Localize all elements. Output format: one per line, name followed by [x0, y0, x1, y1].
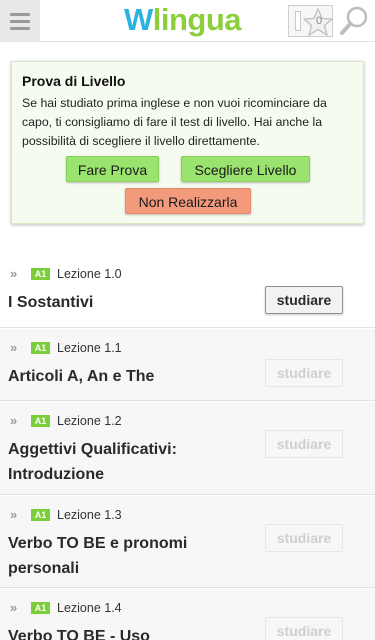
- lesson-row[interactable]: » A1 Lezione 1.0 I Sostantivi studiare: [0, 255, 375, 328]
- choose-level-button[interactable]: Scegliere Livello: [181, 156, 310, 182]
- lesson-title: Verbo TO BE - Uso: [8, 628, 150, 640]
- search-button[interactable]: [338, 4, 372, 38]
- lesson-row[interactable]: » A1 Lezione 1.1 Articoli A, An e The st…: [0, 329, 375, 401]
- level-test-card: Prova di Livello Se hai studiato prima i…: [11, 61, 364, 224]
- lesson-title: Aggettivi Qualificativi: Introduzione: [8, 441, 177, 483]
- study-button[interactable]: studiare: [265, 524, 343, 552]
- app-header: Wlingua 0: [0, 0, 375, 42]
- search-icon: [340, 6, 368, 35]
- progress-bar-icon: [295, 11, 301, 31]
- skip-test-button[interactable]: Non Realizzarla: [125, 188, 251, 214]
- lesson-title: Articoli A, An e The: [8, 368, 155, 385]
- lesson-title: Verbo TO BE e pronomi personali: [8, 535, 188, 577]
- favorites-button[interactable]: 0: [288, 5, 333, 37]
- double-chevron-icon: »: [10, 507, 17, 522]
- lesson-number: Lezione 1.4: [57, 601, 122, 615]
- menu-icon[interactable]: [0, 0, 40, 42]
- level-test-description: Se hai studiato prima inglese e non vuoi…: [22, 96, 327, 148]
- study-button[interactable]: studiare: [265, 617, 343, 640]
- level-badge: A1: [31, 342, 50, 354]
- lesson-row[interactable]: » A1 Lezione 1.3 Verbo TO BE e pronomi p…: [0, 496, 375, 588]
- level-badge: A1: [31, 602, 50, 614]
- lesson-row[interactable]: » A1 Lezione 1.4 Verbo TO BE - Uso studi…: [0, 589, 375, 640]
- level-badge: A1: [31, 415, 50, 427]
- level-badge: A1: [31, 509, 50, 521]
- level-test-title: Prova di Livello: [22, 73, 126, 89]
- star-count: 0: [315, 15, 323, 27]
- level-badge: A1: [31, 268, 50, 280]
- double-chevron-icon: »: [10, 340, 17, 355]
- lesson-number: Lezione 1.2: [57, 414, 122, 428]
- lesson-number: Lezione 1.1: [57, 341, 122, 355]
- lesson-title: I Sostantivi: [8, 294, 94, 311]
- lesson-row[interactable]: » A1 Lezione 1.2 Aggettivi Qualificativi…: [0, 402, 375, 495]
- double-chevron-icon: »: [10, 266, 17, 281]
- double-chevron-icon: »: [10, 600, 17, 615]
- lesson-number: Lezione 1.3: [57, 508, 122, 522]
- take-test-button[interactable]: Fare Prova: [66, 156, 159, 182]
- lesson-number: Lezione 1.0: [57, 267, 122, 281]
- double-chevron-icon: »: [10, 413, 17, 428]
- study-button[interactable]: studiare: [265, 430, 343, 458]
- study-button[interactable]: studiare: [265, 286, 343, 314]
- app-logo: Wlingua: [124, 2, 242, 37]
- study-button[interactable]: studiare: [265, 359, 343, 387]
